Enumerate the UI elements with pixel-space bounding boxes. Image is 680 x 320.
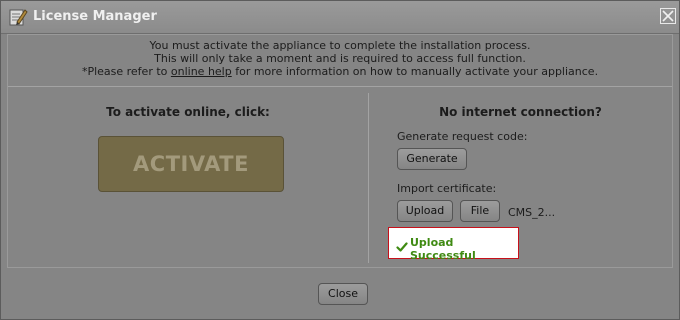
notice-line-2: This will only take a moment and is requ…	[154, 52, 526, 65]
generate-request-label: Generate request code:	[397, 130, 528, 143]
upload-button[interactable]: Upload	[397, 200, 453, 222]
import-certificate-label: Import certificate:	[397, 182, 497, 195]
close-icon[interactable]	[660, 8, 676, 24]
checkmark-icon	[396, 238, 408, 252]
dialog-title: License Manager	[33, 9, 157, 24]
title-bar[interactable]: License Manager	[1, 1, 679, 34]
selected-file-name: CMS_2...	[508, 206, 556, 219]
dialog-body: You must activate the appliance to compl…	[7, 34, 673, 268]
close-button[interactable]: Close	[318, 283, 368, 305]
upload-status-text: Upload Successful	[410, 236, 476, 262]
generate-button[interactable]: Generate	[397, 148, 467, 170]
online-help-link[interactable]: online help	[171, 65, 232, 78]
notice-line-1: You must activate the appliance to compl…	[149, 39, 531, 52]
offline-heading: No internet connection?	[439, 105, 602, 119]
activate-button[interactable]: ACTIVATE	[98, 136, 284, 192]
activation-notice: You must activate the appliance to compl…	[8, 39, 672, 78]
notice-line-3: *Please refer to online help for more in…	[8, 65, 672, 78]
horizontal-divider	[8, 86, 672, 87]
pencil-edit-icon	[8, 7, 28, 27]
notice-line-3-suffix: for more information on how to manually …	[231, 65, 599, 78]
upload-status-box: Upload Successful	[388, 227, 519, 262]
notice-line-3-prefix: *Please refer to	[81, 65, 171, 78]
file-button[interactable]: File	[460, 200, 500, 222]
online-heading: To activate online, click:	[106, 105, 270, 119]
license-manager-dialog: License Manager You must activate the ap…	[0, 0, 680, 320]
